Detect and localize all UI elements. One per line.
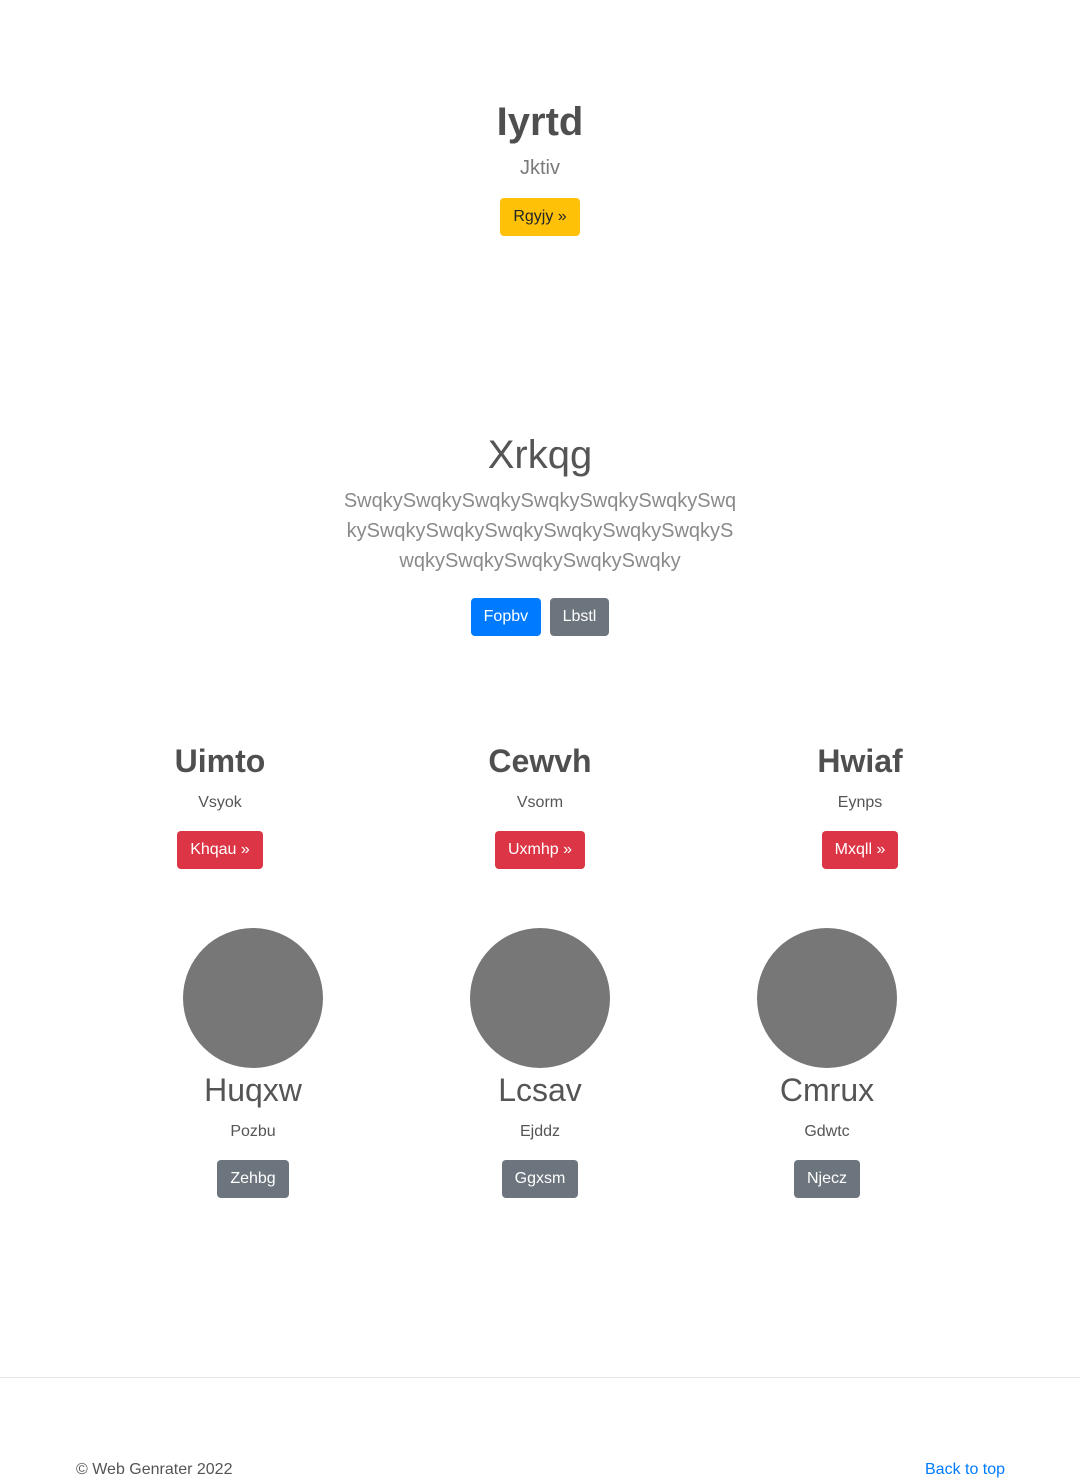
feature-title: Hwiaf	[817, 743, 903, 779]
jumbotron-lead: SwqkySwqkySwqkySwqkySwqkySwqkySwqkySwqky…	[343, 490, 737, 572]
footer-copyright: © Web Genrater 2022	[76, 1461, 233, 1478]
feature-button-wrap: Khqau »	[120, 831, 320, 869]
back-to-top-link[interactable]: Back to top	[925, 1460, 1005, 1480]
profile-button-wrap: Ggxsm	[440, 1160, 640, 1198]
feature-text: Vsyok	[198, 794, 242, 811]
feature-button-wrap: Mxqll »	[760, 831, 960, 869]
profile-title: Lcsav	[498, 1072, 582, 1108]
footer-divider	[0, 1377, 1080, 1378]
jumbotron-secondary-button[interactable]: Lbstl	[549, 598, 610, 636]
hero-subtitle: Jktiv	[520, 157, 560, 179]
profile-button[interactable]: Zehbg	[217, 1160, 289, 1198]
profile-title: Cmrux	[779, 1072, 875, 1108]
feature-column-1: Uimto Vsyok Khqau »	[120, 741, 320, 869]
profile-text: Ejddz	[519, 1123, 561, 1140]
avatar-placeholder	[470, 928, 610, 1068]
profile-text: Gdwtc	[804, 1123, 850, 1140]
page: Iyrtd Jktiv Rgyjy » Xrkqg SwqkySwqkySwqk…	[0, 0, 1080, 1482]
feature-column-2: Cewvh Vsorm Uxmhp »	[440, 741, 640, 869]
avatar-placeholder	[757, 928, 897, 1068]
profile-text: Pozbu	[230, 1123, 276, 1140]
profile-button[interactable]: Njecz	[793, 1160, 860, 1198]
feature-title: Uimto	[174, 743, 266, 779]
jumbotron-buttons: Fopbv Lbstl	[0, 598, 1080, 636]
profile-column-1: Huqxw Pozbu Zehbg	[153, 928, 353, 1198]
jumbotron-primary-button[interactable]: Fopbv	[470, 598, 542, 636]
feature-column-3: Hwiaf Eynps Mxqll »	[760, 741, 960, 869]
feature-button[interactable]: Khqau »	[177, 831, 263, 869]
profile-column-3: Cmrux Gdwtc Njecz	[727, 928, 927, 1198]
profile-column-2: Lcsav Ejddz Ggxsm	[440, 928, 640, 1198]
feature-text: Vsorm	[516, 794, 564, 811]
profile-button-wrap: Zehbg	[153, 1160, 353, 1198]
avatar-placeholder	[183, 928, 323, 1068]
feature-button[interactable]: Uxmhp »	[494, 831, 586, 869]
hero-button[interactable]: Rgyjy »	[500, 198, 580, 236]
hero-button-wrap: Rgyjy »	[0, 198, 1080, 236]
jumbotron-title: Xrkqg	[487, 433, 593, 477]
feature-button[interactable]: Mxqll »	[821, 831, 899, 869]
hero-title: Iyrtd	[496, 100, 584, 144]
feature-title: Cewvh	[488, 743, 592, 779]
feature-button-wrap: Uxmhp »	[440, 831, 640, 869]
profile-button[interactable]: Ggxsm	[501, 1160, 579, 1198]
profile-button-wrap: Njecz	[727, 1160, 927, 1198]
profile-title: Huqxw	[204, 1072, 302, 1108]
feature-text: Eynps	[837, 794, 883, 811]
